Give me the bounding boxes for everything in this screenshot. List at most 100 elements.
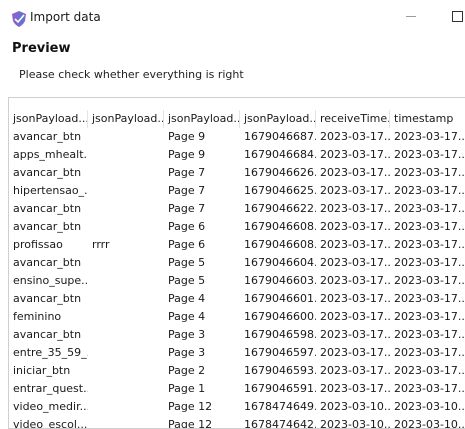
table-cell[interactable]: Page 2 [164,362,240,380]
table-cell[interactable]: 2023-03-17... [316,326,390,344]
table-cell[interactable]: entrar_quest... [9,380,88,398]
table-cell[interactable]: iniciar_btn [9,362,88,380]
table-cell[interactable] [88,254,164,272]
table-cell[interactable]: 1679046593... [240,362,316,380]
table-cell[interactable]: 1679046608... [240,236,316,254]
table-cell[interactable]: entre_35_59_... [9,344,88,362]
table-cell[interactable]: Page 3 [164,344,240,362]
table-row[interactable]: avancar_btnPage 61679046608...2023-03-17… [9,218,465,236]
table-cell[interactable]: 1679046597... [240,344,316,362]
table-cell[interactable]: Page 7 [164,200,240,218]
table-cell[interactable]: 1679046684... [240,146,316,164]
table-cell[interactable]: 2023-03-17... [316,362,390,380]
table-cell[interactable]: 2023-03-17... [390,218,465,236]
table-cell[interactable]: 1679046622... [240,200,316,218]
table-cell[interactable] [88,362,164,380]
table-cell[interactable] [88,164,164,182]
table-cell[interactable]: 2023-03-10... [390,398,465,416]
table-cell[interactable]: feminino [9,308,88,326]
table-cell[interactable]: Page 7 [164,182,240,200]
column-header[interactable]: receiveTime... [316,110,390,128]
table-cell[interactable] [88,290,164,308]
table-cell[interactable]: 2023-03-17... [390,362,465,380]
table-cell[interactable]: 1679046604... [240,254,316,272]
table-cell[interactable]: profissao [9,236,88,254]
table-cell[interactable]: 2023-03-17... [390,146,465,164]
table-cell[interactable]: 1679046687... [240,128,316,146]
table-row[interactable]: avancar_btnPage 71679046626...2023-03-17… [9,164,465,182]
table-cell[interactable]: 2023-03-17... [390,326,465,344]
table-cell[interactable] [88,380,164,398]
table-cell[interactable] [88,416,164,428]
table-cell[interactable]: avancar_btn [9,326,88,344]
column-header[interactable]: timestamp [390,110,465,128]
table-cell[interactable]: Page 4 [164,290,240,308]
table-cell[interactable] [88,200,164,218]
table-cell[interactable]: 2023-03-17... [390,164,465,182]
table-cell[interactable]: 2023-03-17... [316,236,390,254]
table-cell[interactable]: Page 9 [164,146,240,164]
table-cell[interactable]: 2023-03-17... [316,164,390,182]
table-cell[interactable]: 2023-03-17... [390,182,465,200]
table-cell[interactable] [88,272,164,290]
table-row[interactable]: entrar_quest... Page 11679046591...2023-0… [9,380,465,398]
table-cell[interactable]: 2023-03-17... [390,236,465,254]
minimize-icon[interactable] [399,5,423,27]
maximize-icon[interactable] [447,5,465,27]
table-row[interactable]: avancar_btnPage 31679046598...2023-03-17… [9,326,465,344]
table-cell[interactable]: hipertensao_... [9,182,88,200]
table-cell[interactable]: 1678474649... [240,398,316,416]
table-cell[interactable]: avancar_btn [9,254,88,272]
table-cell[interactable]: 2023-03-17... [390,308,465,326]
table-cell[interactable]: 1679046603... [240,272,316,290]
table-cell[interactable]: Page 9 [164,128,240,146]
table-cell[interactable]: 1679046591... [240,380,316,398]
table-cell[interactable]: 2023-03-17... [390,344,465,362]
table-cell[interactable]: 2023-03-17... [316,254,390,272]
table-cell[interactable]: Page 12 [164,416,240,428]
table-cell[interactable]: Page 12 [164,398,240,416]
table-row[interactable]: ensino_supe...Page 51679046603...2023-03… [9,272,465,290]
table-cell[interactable] [88,326,164,344]
table-row[interactable]: video_medir...Page 121678474649...2023-0… [9,398,465,416]
table-cell[interactable]: Page 3 [164,326,240,344]
table-cell[interactable] [88,308,164,326]
table-cell[interactable]: avancar_btn [9,164,88,182]
table-cell[interactable]: Page 4 [164,308,240,326]
table-cell[interactable] [88,182,164,200]
table-cell[interactable] [88,218,164,236]
table-row[interactable]: avancar_btn Page 91679046687...2023-03-17… [9,128,465,146]
table-cell[interactable]: 2023-03-17... [390,254,465,272]
table-cell[interactable]: 2023-03-10... [316,416,390,428]
table-cell[interactable] [88,344,164,362]
table-cell[interactable]: Page 1 [164,380,240,398]
table-cell[interactable]: 1679046601... [240,290,316,308]
table-row[interactable]: apps_mhealt...Page 91679046684...2023-03… [9,146,465,164]
table-row[interactable]: hipertensao_... Page 71679046625... 2023-0… [9,182,465,200]
table-row[interactable]: avancar_btnPage 51679046604...2023-03-17… [9,254,465,272]
table-cell[interactable]: 2023-03-17... [316,380,390,398]
table-cell[interactable]: 2023-03-17... [316,290,390,308]
table-cell[interactable]: 1679046625... [240,182,316,200]
table-row[interactable]: video_escol...Page 121678474642...2023-0… [9,416,465,428]
table-cell[interactable]: 2023-03-17... [316,272,390,290]
column-header[interactable]: jsonPayload.... [164,110,240,128]
table-cell[interactable] [88,128,164,146]
table-cell[interactable]: rrrr [88,236,164,254]
table-cell[interactable] [88,146,164,164]
table-row[interactable]: avancar_btnPage 41679046601...2023-03-17… [9,290,465,308]
table-cell[interactable]: 2023-03-17... [316,200,390,218]
table-cell[interactable]: Page 6 [164,218,240,236]
table-cell[interactable]: 1679046608... [240,218,316,236]
table-cell[interactable]: Page 5 [164,254,240,272]
table-cell[interactable]: 1679046598... [240,326,316,344]
table-cell[interactable]: 2023-03-17... [316,128,390,146]
table-cell[interactable]: 2023-03-17... [316,146,390,164]
table-cell[interactable]: 2023-03-17... [316,344,390,362]
column-header[interactable]: jsonPayload.... [240,110,316,128]
preview-table[interactable]: jsonPayload.... jsonPayload.... jsonPayl… [8,97,465,429]
table-cell[interactable]: 1679046600... [240,308,316,326]
column-header[interactable]: jsonPayload.... [88,110,164,128]
table-cell[interactable]: avancar_btn [9,128,88,146]
table-cell[interactable]: 2023-03-17... [316,308,390,326]
